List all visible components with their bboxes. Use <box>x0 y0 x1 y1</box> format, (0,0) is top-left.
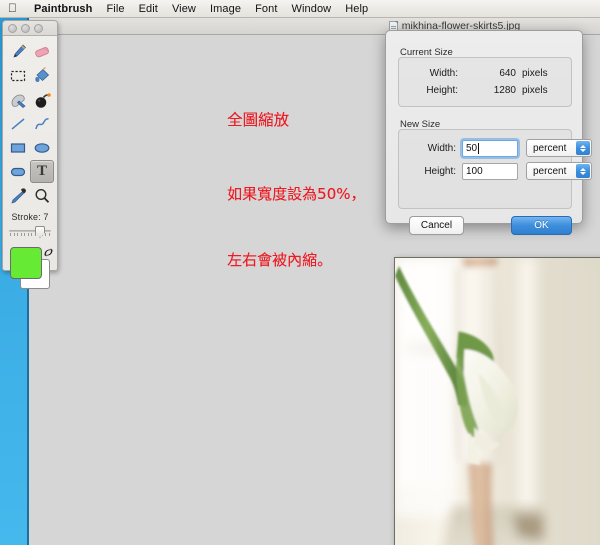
current-width-unit: pixels <box>522 68 548 79</box>
current-height-value: 1280 <box>493 85 516 96</box>
current-height-label: Height: <box>426 85 458 96</box>
new-width-label: Width: <box>427 142 456 154</box>
zoom-dot[interactable] <box>34 23 43 33</box>
cancel-button[interactable]: Cancel <box>409 216 464 235</box>
bomb-tool[interactable] <box>30 88 54 111</box>
new-width-value: 50 <box>466 142 478 154</box>
current-width-label: Width: <box>429 68 458 79</box>
menu-bar:  Paintbrush File Edit View Image Font W… <box>0 0 600 18</box>
new-height-unit-value: percent <box>533 165 567 177</box>
stepper-arrows-icon[interactable] <box>576 164 590 178</box>
menu-item-image[interactable]: Image <box>203 3 248 15</box>
new-width-row: Width: 50 percent <box>408 139 592 157</box>
canvas-heading: 全圖縮放 <box>227 111 290 129</box>
paint-can-tool[interactable] <box>30 64 54 87</box>
menu-item-view[interactable]: View <box>165 3 203 15</box>
current-width-value: 640 <box>499 68 516 79</box>
foreground-color-swatch[interactable] <box>10 247 42 279</box>
tools-grid: T <box>3 36 57 207</box>
text-caret <box>478 142 480 154</box>
pencil-tool[interactable] <box>6 40 30 63</box>
current-height-unit: pixels <box>522 85 548 96</box>
new-height-row: Height: 100 percent <box>408 162 592 180</box>
eyedropper-tool[interactable] <box>6 184 30 207</box>
new-width-unit-value: percent <box>533 142 567 154</box>
new-width-input[interactable]: 50 <box>462 139 518 157</box>
current-size-group-box <box>398 57 572 107</box>
magnifier-tool[interactable] <box>30 184 54 207</box>
ellipse-tool[interactable] <box>30 136 54 159</box>
flower-skirts-photo[interactable] <box>394 257 600 545</box>
new-width-unit-select[interactable]: percent <box>526 139 592 157</box>
new-height-label: Height: <box>424 165 456 177</box>
menu-item-window[interactable]: Window <box>284 3 338 15</box>
fill-tool[interactable] <box>6 88 30 111</box>
stroke-label: Stroke: 7 <box>11 212 49 222</box>
eraser-tool[interactable] <box>30 40 54 63</box>
screen: mikhina-flower-skirts5.jpg 全圖縮放 如果寬度設為50… <box>0 0 600 545</box>
menu-item-file[interactable]: File <box>99 3 131 15</box>
canvas-text-block: 全圖縮放 如果寬度設為50%， 左右會被內縮。 <box>189 87 366 293</box>
curve-tool[interactable] <box>30 112 54 135</box>
menu-item-edit[interactable]: Edit <box>132 3 165 15</box>
close-dot[interactable] <box>8 23 17 33</box>
palette-titlebar[interactable] <box>3 21 57 36</box>
image-size-dialog: Current Size Width: 640 pixels Height: 1… <box>385 30 592 235</box>
rounded-rect-tool[interactable] <box>6 160 30 183</box>
canvas-body-line1: 如果寬度設為50%， <box>227 185 366 203</box>
swap-colors-icon[interactable] <box>43 245 54 257</box>
text-tool[interactable]: T <box>30 160 54 183</box>
stroke-slider[interactable] <box>9 226 51 239</box>
current-width-row: Width: 640 pixels <box>410 68 548 79</box>
menu-item-paintbrush[interactable]: Paintbrush <box>27 3 99 15</box>
stepper-arrows-icon[interactable] <box>576 141 590 155</box>
menu-item-help[interactable]: Help <box>338 3 375 15</box>
menu-item-font[interactable]: Font <box>248 3 284 15</box>
new-height-unit-select[interactable]: percent <box>526 162 592 180</box>
tool-palette: T Stroke: 7 <box>2 20 58 289</box>
color-swatches <box>10 245 54 291</box>
new-height-input[interactable]: 100 <box>462 162 518 180</box>
new-height-value: 100 <box>466 165 483 177</box>
apple-logo-icon[interactable]:  <box>8 2 17 14</box>
minimize-dot[interactable] <box>21 23 30 33</box>
ok-button[interactable]: OK <box>511 216 572 235</box>
rect-select-tool[interactable] <box>6 64 30 87</box>
current-height-row: Height: 1280 pixels <box>410 85 548 96</box>
rectangle-tool[interactable] <box>6 136 30 159</box>
line-tool[interactable] <box>6 112 30 135</box>
canvas-body-line2: 左右會被內縮。 <box>227 251 333 269</box>
text-tool-label: T <box>36 163 47 179</box>
